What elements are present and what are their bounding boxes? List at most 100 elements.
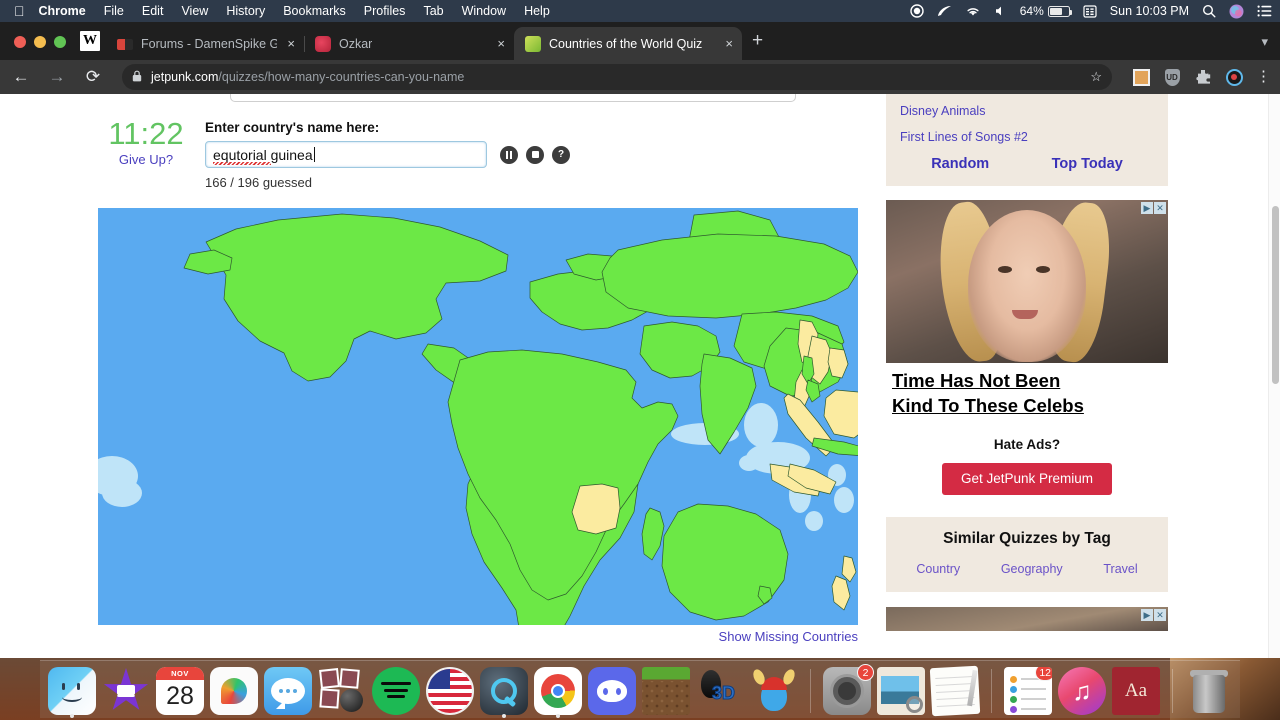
ublock-extension-icon[interactable]: UD	[1163, 68, 1181, 86]
dock-item-reminders[interactable]: 12	[1004, 667, 1052, 715]
adchoices-icon[interactable]: ▶ ✕	[1141, 202, 1166, 214]
forward-button[interactable]: →	[46, 67, 68, 87]
secondary-advertisement[interactable]: ▶ ✕	[886, 606, 1168, 631]
menu-item-view[interactable]: View	[181, 4, 208, 18]
star-icon[interactable]: ☆	[1090, 69, 1102, 85]
reload-button[interactable]: ⟳	[82, 67, 104, 87]
dock-item-itunes[interactable]: ♫	[1058, 667, 1106, 715]
tab-ozkar[interactable]: Ozkar ×	[304, 27, 515, 60]
dock-item-discord[interactable]	[588, 667, 636, 715]
dock-item-blender[interactable]: 3D	[696, 667, 744, 715]
menu-item-bookmarks[interactable]: Bookmarks	[283, 4, 346, 18]
dock-item-minecraft[interactable]	[642, 667, 690, 715]
dock-item-chrome[interactable]	[534, 667, 582, 718]
tab-close-icon[interactable]: ×	[725, 36, 733, 51]
menu-item-history[interactable]: History	[226, 4, 265, 18]
answer-input[interactable]: equtorial guinea	[205, 141, 487, 168]
dock-item-finder[interactable]	[48, 667, 96, 718]
dock-separator-3	[1172, 669, 1173, 713]
stop-button[interactable]	[526, 145, 544, 164]
get-jetpunk-premium-button[interactable]: Get JetPunk Premium	[942, 462, 1112, 495]
pause-button[interactable]	[500, 145, 518, 164]
tag-link-travel[interactable]: Travel	[1103, 562, 1137, 576]
menubar-clock[interactable]: Sun 10:03 PM	[1110, 4, 1189, 18]
kebab-menu-icon[interactable]: ⋮	[1256, 69, 1271, 84]
tab-countries-of-the-world-quiz[interactable]: Countries of the World Quiz ×	[514, 27, 742, 60]
tag-link-geography[interactable]: Geography	[1001, 562, 1063, 576]
menu-item-edit[interactable]: Edit	[142, 4, 164, 18]
dock-item-quicktime[interactable]	[480, 667, 528, 718]
random-link[interactable]: Random	[931, 156, 989, 172]
menu-item-window[interactable]: Window	[462, 4, 506, 18]
quiz-link-first-lines-of-songs[interactable]: First Lines of Songs #2	[900, 130, 1154, 144]
dock-item-notes[interactable]	[929, 665, 981, 717]
world-map[interactable]	[98, 208, 858, 625]
vertical-scrollbar[interactable]	[1268, 94, 1280, 658]
menu-item-file[interactable]: File	[104, 4, 124, 18]
give-up-link[interactable]: Give Up?	[119, 152, 173, 167]
dock-item-photo-booth[interactable]	[318, 667, 366, 715]
menu-item-profiles[interactable]: Profiles	[364, 4, 406, 18]
show-missing-countries-link[interactable]: Show Missing Countries	[719, 629, 858, 644]
record-icon[interactable]	[910, 4, 924, 18]
tab-close-icon[interactable]: ×	[497, 36, 505, 51]
puzzle-extensions-icon[interactable]	[1194, 68, 1212, 86]
image-extension-icon[interactable]	[1132, 68, 1150, 86]
dock-item-flag-app[interactable]	[426, 667, 474, 715]
apple-logo-icon[interactable]: 	[14, 4, 25, 18]
ad-headline[interactable]: Time Has Not Been Kind To These Celebs	[886, 363, 1168, 419]
maximize-window-button[interactable]	[54, 36, 66, 48]
battery-indicator[interactable]: 64%	[1020, 4, 1073, 18]
help-button[interactable]: ?	[552, 145, 570, 164]
page-viewport: 11:22 Give Up? Enter country's name here…	[0, 94, 1280, 658]
volume-icon[interactable]	[994, 5, 1007, 17]
clipped-top-input-box[interactable]	[230, 94, 796, 102]
tab-close-icon[interactable]: ×	[287, 36, 295, 51]
top-today-link[interactable]: Top Today	[1052, 156, 1123, 172]
dock-item-system-preferences[interactable]: 2	[823, 664, 874, 715]
menu-item-chrome[interactable]: Chrome	[39, 4, 86, 18]
answer-entry-block: Enter country's name here: equtorial gui…	[205, 120, 570, 190]
wikipedia-pinned-tab-icon[interactable]: W	[80, 31, 100, 51]
tab-forums-damenspike-games[interactable]: Forums - DamenSpike Games ×	[106, 27, 305, 60]
advertisement[interactable]: ▶ ✕ Time Has Not Been Kind To These Celeb…	[886, 200, 1168, 419]
battery-icon	[1047, 5, 1073, 17]
url-domain: jetpunk.com	[151, 70, 219, 84]
dock-item-imovie[interactable]	[102, 667, 150, 715]
wifi-icon[interactable]	[965, 5, 981, 17]
address-bar[interactable]: jetpunk.com/quizzes/how-many-countries-c…	[122, 64, 1112, 90]
new-tab-button[interactable]: +	[742, 30, 773, 60]
tag-link-country[interactable]: Country	[916, 562, 960, 576]
adchoices-icon-secondary[interactable]: ▶ ✕	[1141, 608, 1166, 621]
jetpunk-favicon	[525, 35, 541, 52]
menu-item-tab[interactable]: Tab	[423, 4, 443, 18]
feather-icon[interactable]	[937, 5, 952, 18]
control-center-icon[interactable]	[1257, 5, 1272, 17]
ad-image[interactable]: ▶ ✕	[886, 200, 1168, 363]
calendar-icon[interactable]	[1083, 4, 1097, 18]
dock-item-spotify[interactable]	[372, 667, 420, 715]
dock-item-club-penguin[interactable]	[750, 667, 798, 715]
back-button[interactable]: ←	[10, 67, 32, 87]
answer-entry-label: Enter country's name here:	[205, 120, 380, 135]
lock-icon	[132, 70, 142, 85]
dock-item-calendar[interactable]: NOV 28	[156, 667, 204, 715]
siri-icon[interactable]	[1229, 4, 1244, 19]
similar-quizzes-title: Similar Quizzes by Tag	[943, 529, 1111, 547]
close-window-button[interactable]	[14, 36, 26, 48]
menu-item-help[interactable]: Help	[524, 4, 550, 18]
quiz-link-disney-animals[interactable]: Disney Animals	[900, 104, 1154, 118]
scrollbar-thumb[interactable]	[1271, 206, 1279, 384]
recorder-extension-icon[interactable]	[1225, 68, 1243, 86]
minimize-window-button[interactable]	[34, 36, 46, 48]
tabstrip-overflow-icon[interactable]: ▾	[1261, 34, 1280, 60]
spotlight-search-icon[interactable]	[1202, 4, 1216, 18]
dock-item-trash[interactable]	[1185, 667, 1233, 715]
dock-item-dictionary[interactable]: Aa	[1112, 667, 1160, 715]
dock-item-messages[interactable]	[264, 667, 312, 715]
ad-headline-line1: Time Has Not Been	[892, 370, 1061, 391]
dock-item-paintbrush-app[interactable]	[210, 667, 258, 715]
tab-title: Forums - DamenSpike Games	[141, 36, 278, 51]
address-bar-text: jetpunk.com/quizzes/how-many-countries-c…	[151, 70, 464, 84]
dock-item-preview[interactable]	[877, 667, 925, 715]
